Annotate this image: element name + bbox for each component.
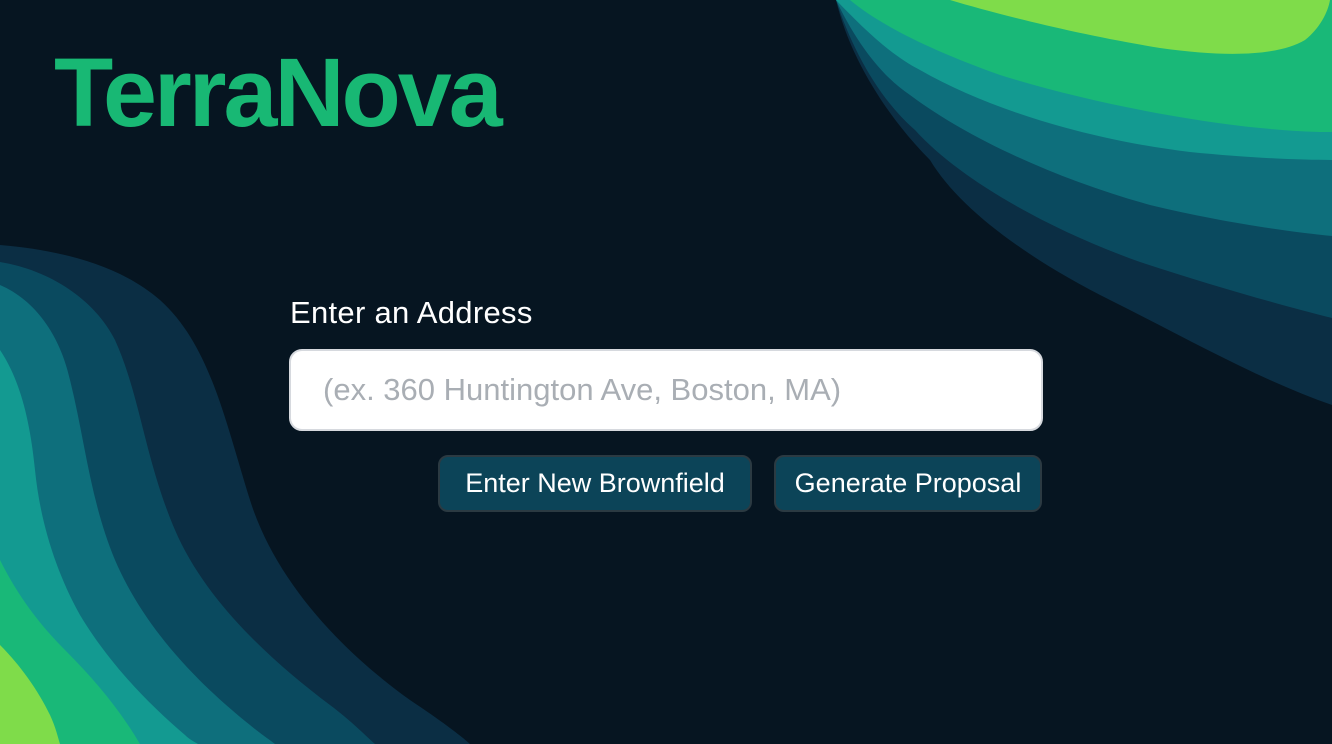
top-right-wave-decoration	[836, 0, 1332, 405]
address-label: Enter an Address	[290, 295, 533, 330]
enter-new-brownfield-button[interactable]: Enter New Brownfield	[438, 455, 752, 512]
generate-proposal-button[interactable]: Generate Proposal	[774, 455, 1042, 512]
app-logo: TerraNova	[54, 38, 503, 147]
address-input[interactable]	[289, 349, 1043, 431]
